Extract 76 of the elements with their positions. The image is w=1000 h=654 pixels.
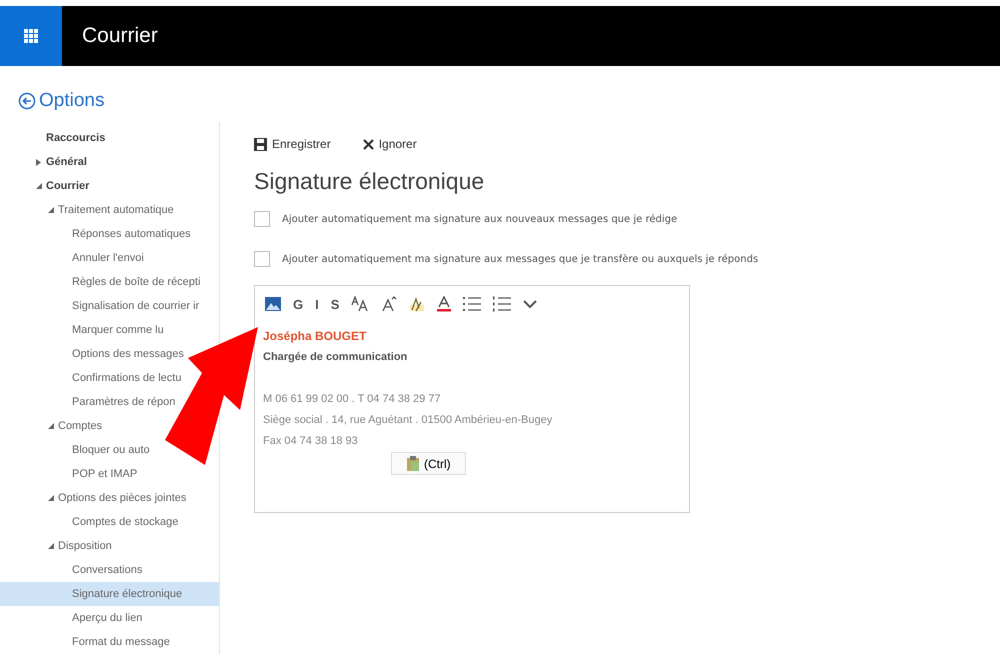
- item-label: Options des pièces jointes: [58, 492, 186, 504]
- paste-options-button[interactable]: (Ctrl): [391, 452, 466, 475]
- font-size-icon: [351, 296, 370, 312]
- sidebar-item[interactable]: Confirmations de lectu: [72, 366, 182, 390]
- font-color-icon: [437, 296, 452, 312]
- item-label: POP et IMAP: [72, 468, 138, 480]
- page-title: Options: [39, 90, 104, 112]
- app-title: Courrier: [82, 24, 158, 48]
- sidebar-item[interactable]: Annuler l'envoi: [72, 246, 144, 270]
- item-label: Général: [46, 156, 87, 168]
- sidebar-item[interactable]: Bloquer ou auto: [72, 438, 150, 462]
- item-label: Annuler l'envoi: [72, 252, 144, 264]
- checkbox-label: Ajouter automatiquement ma signature aux messages que je transfère ou auxquels je réponds: [282, 254, 758, 264]
- sidebar-item[interactable]: Comptes: [48, 414, 102, 438]
- sidebar-item[interactable]: Disposition: [48, 534, 112, 558]
- chevron-down-icon: [523, 300, 538, 308]
- close-icon: [362, 138, 374, 150]
- checkbox[interactable]: [254, 251, 270, 267]
- clipboard-icon: [406, 456, 420, 471]
- item-label: Confirmations de lectu: [72, 372, 182, 384]
- signature-role: Chargée de communication: [263, 350, 408, 365]
- item-label: Format du message: [72, 636, 170, 648]
- checkbox[interactable]: [254, 211, 270, 227]
- item-label: Traitement automatique: [58, 204, 174, 216]
- item-label: Réponses automatiques: [72, 228, 191, 240]
- sidebar-item[interactable]: Aperçu du lien: [72, 606, 142, 630]
- sidebar-item[interactable]: Signalisation de courrier ir: [72, 294, 200, 318]
- app-launcher-button[interactable]: [0, 6, 62, 66]
- sidebar-item[interactable]: Courrier: [36, 174, 90, 198]
- format-button[interactable]: I: [313, 293, 321, 315]
- item-label: Disposition: [58, 540, 112, 552]
- signature-name: Josépha BOUGET: [263, 328, 368, 345]
- signature-line: Siège social . 14, rue Aguétant . 01500 Ambérieu-en-Bugey: [263, 413, 554, 428]
- sidebar-item[interactable]: Réponses automatiques: [72, 222, 191, 246]
- discard-button[interactable]: Ignorer: [362, 137, 417, 151]
- sidebar-item[interactable]: POP et IMAP: [72, 462, 138, 486]
- item-label: Conversations: [72, 564, 142, 576]
- item-label: Comptes de stockage: [72, 516, 178, 528]
- sidebar-item[interactable]: Règles de boîte de récepti: [72, 270, 200, 294]
- item-label: Options des messages: [72, 348, 184, 360]
- item-label: Marquer comme lu: [72, 324, 164, 336]
- section-heading: Signature électronique: [254, 168, 486, 195]
- item-label: Courrier: [46, 180, 90, 192]
- bullet-list-icon: [463, 296, 482, 312]
- signature-editor[interactable]: G I S Josépha BOUGET Chargée de communication M 06 61 99 02 00 . T 04 74 38 29 77 Siège social . 14, rue Aguétant . 01500 Ambérieu-en-Bugey Fax 04 74 38 18 93 (Ctrl): [254, 285, 690, 513]
- item-label: Comptes: [58, 420, 102, 432]
- landscape-icon: [265, 297, 281, 311]
- grow-font-icon: [381, 296, 398, 312]
- save-button[interactable]: Enregistrer: [254, 137, 331, 151]
- sidebar-item[interactable]: Format du message: [72, 630, 170, 654]
- sidebar-item[interactable]: Traitement automatique: [48, 198, 174, 222]
- signature-line: M 06 61 99 02 00 . T 04 74 38 29 77: [263, 392, 442, 407]
- item-label: Aperçu du lien: [72, 612, 142, 624]
- sidebar-item[interactable]: Paramètres de répon: [72, 390, 176, 414]
- item-label: Règles de boîte de récepti: [72, 276, 200, 288]
- numbered-list-icon: [493, 296, 512, 312]
- grid-icon: [24, 29, 38, 43]
- format-button[interactable]: S: [328, 293, 342, 315]
- sidebar-item[interactable]: Options des pièces jointes: [48, 486, 186, 510]
- item-label: Signature électronique: [72, 588, 182, 600]
- signature-line: Fax 04 74 38 18 93: [263, 434, 359, 449]
- sidebar-item[interactable]: Marquer comme lu: [72, 318, 164, 342]
- sidebar-item[interactable]: Options des messages: [72, 342, 184, 366]
- sidebar-item[interactable]: Général: [36, 150, 87, 174]
- sidebar-item[interactable]: Raccourcis: [36, 126, 106, 150]
- checkbox-label: Ajouter automatiquement ma signature aux nouveaux messages que je rédige: [282, 214, 678, 224]
- sidebar-item[interactable]: Comptes de stockage: [72, 510, 178, 534]
- back-icon[interactable]: [18, 92, 36, 110]
- sidebar-item[interactable]: Conversations: [72, 558, 142, 582]
- item-label: Paramètres de répon: [72, 396, 176, 408]
- item-label: Bloquer ou auto: [72, 444, 150, 456]
- item-label: Signalisation de courrier ir: [72, 300, 200, 312]
- sidebar-item[interactable]: Signature électronique: [0, 582, 219, 606]
- highlighter-icon: [409, 296, 426, 312]
- item-label: Raccourcis: [46, 132, 106, 144]
- format-button[interactable]: G: [291, 293, 306, 315]
